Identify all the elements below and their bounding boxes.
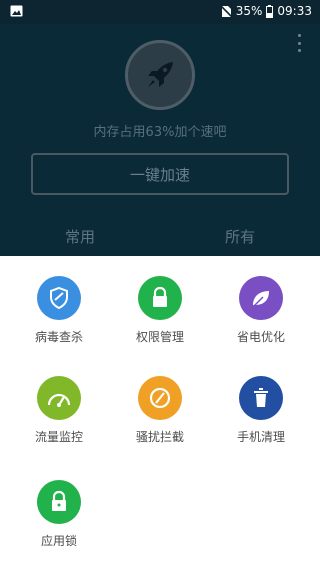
block-icon <box>138 376 182 420</box>
gauge-icon <box>37 376 81 420</box>
app-traffic-monitor[interactable]: 流量监控 <box>6 376 112 445</box>
status-bar: 35% 09:33 <box>0 0 320 24</box>
battery-icon <box>266 4 274 18</box>
booster-panel: 35% 09:33 内存占用63%加个速吧 一键加速 常用 所有 <box>0 0 320 256</box>
battery-percent: 35% <box>235 4 263 18</box>
tab-all[interactable]: 所有 <box>225 226 255 247</box>
app-label: 骚扰拦截 <box>135 430 184 444</box>
app-label: 流量监控 <box>34 430 83 444</box>
clock: 09:33 <box>277 4 312 18</box>
shield-icon <box>37 276 81 320</box>
app-label: 应用锁 <box>40 534 77 548</box>
app-permission-manager[interactable]: 权限管理 <box>107 276 213 345</box>
no-sim-icon <box>220 4 232 18</box>
leaf-icon <box>239 276 283 320</box>
app-harassment-block[interactable]: 骚扰拦截 <box>107 376 213 445</box>
rocket-icon <box>125 40 195 110</box>
app-label: 手机清理 <box>236 430 285 444</box>
app-phone-cleanup[interactable]: 手机清理 <box>208 376 314 445</box>
accelerate-button[interactable]: 一键加速 <box>31 153 289 195</box>
tab-common[interactable]: 常用 <box>65 226 95 247</box>
app-app-lock[interactable]: 应用锁 <box>6 480 112 549</box>
gallery-icon <box>10 5 23 17</box>
lock-icon <box>138 276 182 320</box>
app-label: 省电优化 <box>236 330 285 344</box>
trash-icon <box>239 376 283 420</box>
more-options-icon[interactable] <box>298 34 302 52</box>
app-label: 病毒查杀 <box>34 330 83 344</box>
lock-icon <box>37 480 81 524</box>
app-virus-scan[interactable]: 病毒查杀 <box>6 276 112 345</box>
memory-usage-text: 内存占用63%加个速吧 <box>93 125 227 140</box>
app-label: 权限管理 <box>135 330 184 344</box>
app-power-saving[interactable]: 省电优化 <box>208 276 314 345</box>
